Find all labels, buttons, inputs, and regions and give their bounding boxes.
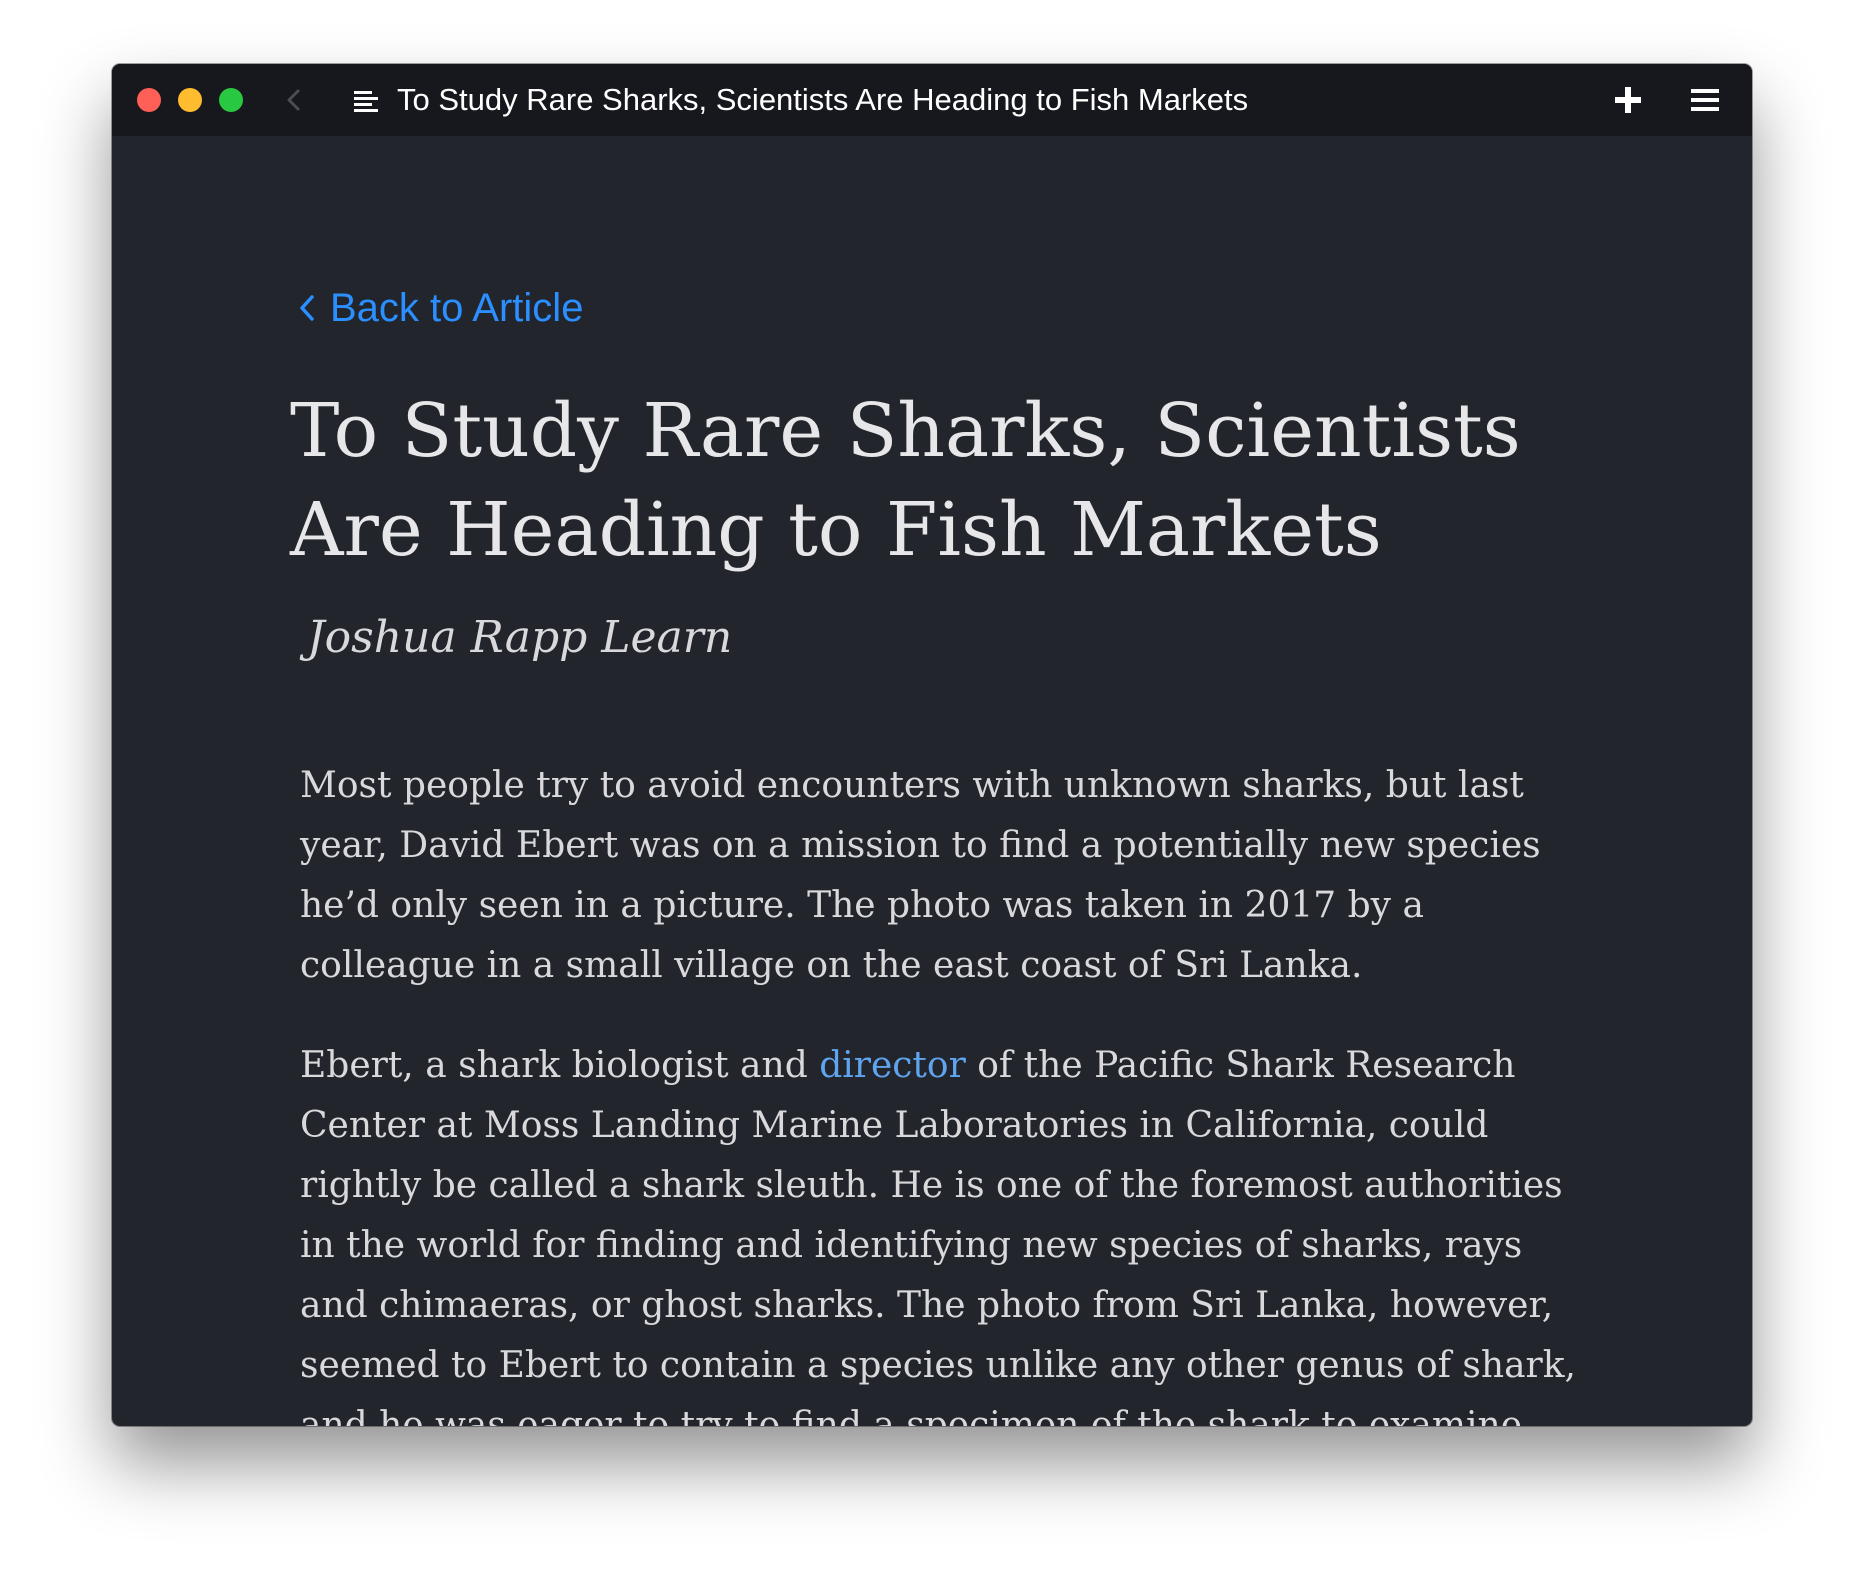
chevron-left-icon[interactable] — [280, 86, 308, 114]
chevron-left-icon — [300, 295, 314, 321]
paragraph-text: of the Pacific Shark Research Center at … — [300, 1045, 1576, 1426]
hamburger-menu-icon[interactable] — [1690, 86, 1720, 114]
minimize-window-button[interactable] — [178, 88, 202, 112]
article-paragraph: Ebert, a shark biologist and director of… — [300, 1036, 1600, 1426]
article-author: Joshua Rapp Learn — [307, 612, 733, 663]
back-to-article-link[interactable]: Back to Article — [298, 282, 583, 334]
back-to-article-label: Back to Article — [330, 286, 584, 330]
director-link[interactable]: director — [819, 1045, 966, 1086]
paragraph-text: Ebert, a shark biologist and — [300, 1045, 820, 1086]
article-paragraph: Most people try to avoid encounters with… — [300, 765, 1541, 986]
zoom-window-button[interactable] — [219, 88, 243, 112]
plus-icon[interactable] — [1612, 84, 1644, 116]
reader-content: Back to Article To Study Rare Sharks, Sc… — [112, 136, 1752, 1426]
reader-mode-icon — [352, 88, 380, 112]
article-title: To Study Rare Sharks, Scientists Are Hea… — [290, 388, 1521, 573]
close-window-button[interactable] — [137, 88, 161, 112]
reader-window: To Study Rare Sharks, Scientists Are Hea… — [112, 64, 1752, 1426]
window-title: To Study Rare Sharks, Scientists Are Hea… — [397, 82, 1249, 117]
title-bar: To Study Rare Sharks, Scientists Are Hea… — [112, 64, 1752, 136]
